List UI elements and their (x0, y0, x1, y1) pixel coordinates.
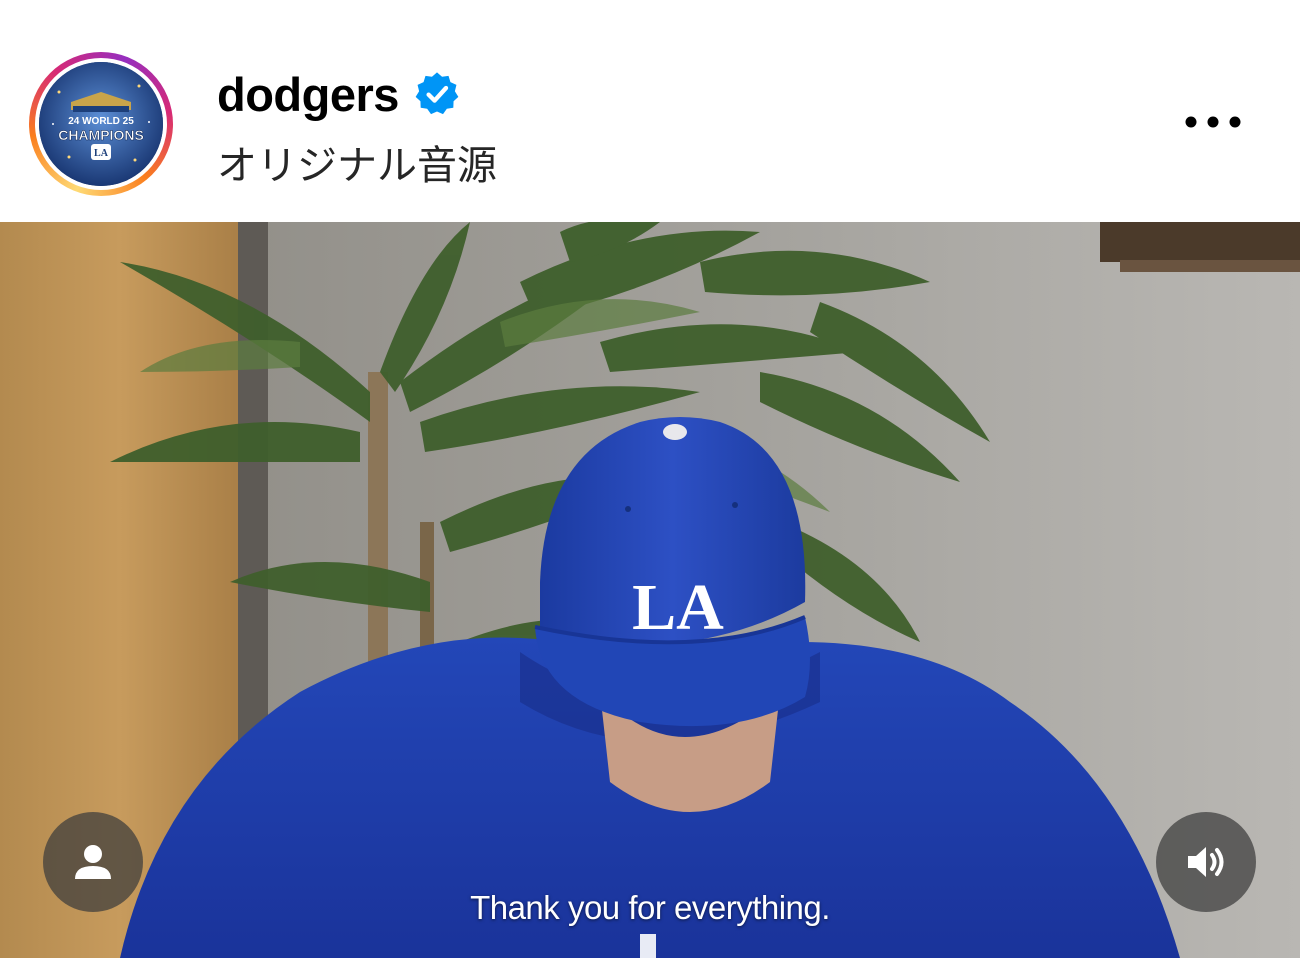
cap-logo: LA (632, 571, 724, 644)
more-options-button[interactable] (1178, 98, 1248, 146)
audio-label[interactable]: オリジナル音源 (217, 133, 497, 191)
verified-badge-icon (413, 70, 461, 118)
username-link[interactable]: dodgers (217, 67, 399, 122)
speaker-on-icon (1188, 847, 1224, 877)
logo-monogram: LA (94, 148, 109, 159)
profile-avatar[interactable]: 24 WORLD 25 CHAMPIONS LA (39, 62, 163, 186)
audio-toggle-button[interactable] (1156, 812, 1256, 912)
more-horizontal-icon (1185, 116, 1241, 128)
post-header: 24 WORLD 25 CHAMPIONS LA dodgers オリジナル音源 (0, 0, 1300, 222)
username-row: dodgers (217, 64, 461, 124)
story-ring[interactable]: 24 WORLD 25 CHAMPIONS LA (29, 52, 173, 196)
video-caption: Thank you for everything. (470, 889, 830, 926)
world-champions-logo: 24 WORLD 25 CHAMPIONS LA (39, 62, 163, 186)
video-frame: LA (0, 222, 1300, 958)
tagged-people-button[interactable] (43, 812, 143, 912)
video-player[interactable]: LA Thank you for everything. (0, 222, 1300, 958)
person-icon (75, 845, 111, 879)
logo-top-text: 24 WORLD 25 (68, 116, 134, 127)
logo-main-text: CHAMPIONS (58, 127, 144, 143)
